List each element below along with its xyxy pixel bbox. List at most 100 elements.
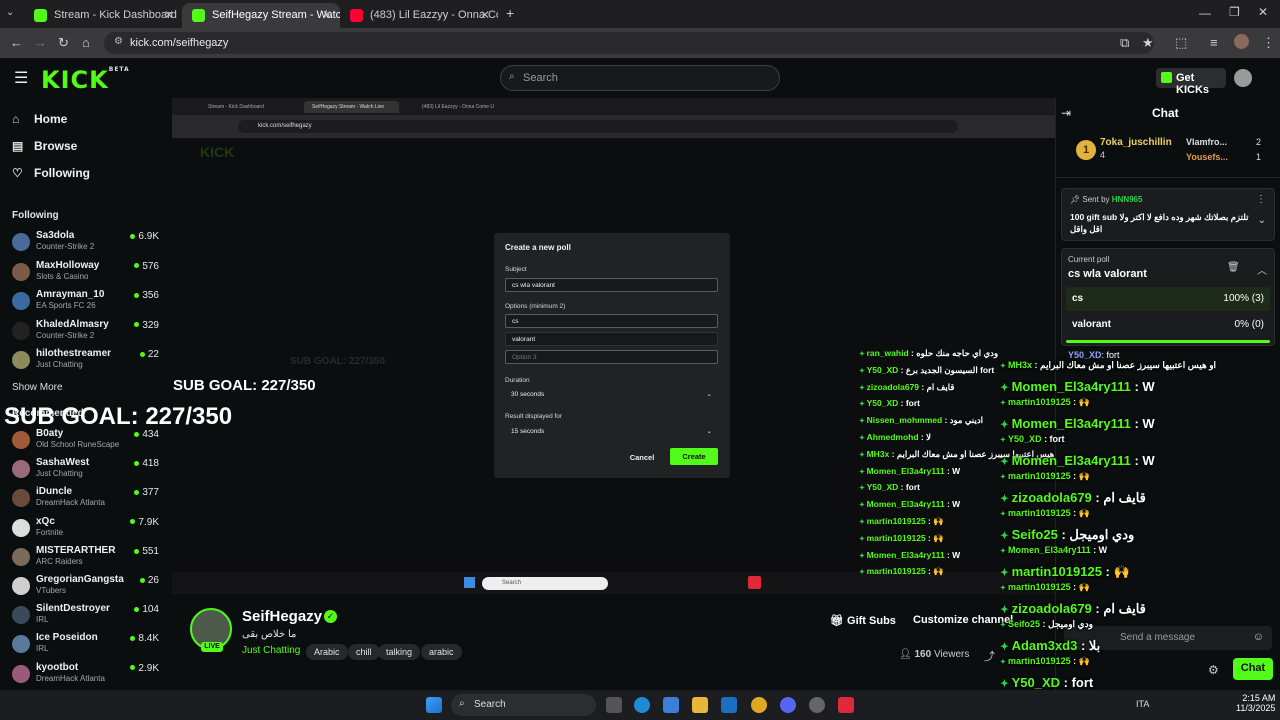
- overlay-message: : السيسون الجديد برع fort: [898, 364, 995, 375]
- sidebar: ⌂ Home ▤ Browse ♡ Following Following Sa3do…: [0, 98, 172, 690]
- taskbar-search[interactable]: ⌕ Search: [451, 694, 596, 716]
- tab-youtube[interactable]: (483) Lil Eazzyy - Onna Come U ✕: [340, 3, 498, 28]
- nav-browse[interactable]: ▤ Browse: [12, 139, 77, 153]
- sidebar-channel[interactable]: SilentDestroyer IRL 104: [12, 603, 164, 631]
- sidebar-channel[interactable]: Ice Poseidon IRL 8.4K: [12, 632, 164, 660]
- tab-search-icon[interactable]: ⌄: [6, 7, 14, 18]
- bookmark-star-icon[interactable]: ★: [1142, 35, 1154, 51]
- viewer-count: 7.9K: [130, 517, 159, 528]
- chrome-icon[interactable]: [751, 697, 767, 713]
- tag-pill[interactable]: talking: [378, 644, 421, 660]
- outlook-icon[interactable]: [721, 697, 737, 713]
- task-view-icon[interactable]: [606, 697, 622, 713]
- tag-pill[interactable]: Arabic: [306, 644, 348, 660]
- tab-seifhegazy-stream[interactable]: SeifHegazy Stream - Watch Live ✕: [182, 3, 340, 28]
- obs-icon[interactable]: [809, 697, 825, 713]
- live-dot-icon: [134, 607, 140, 613]
- video-player[interactable]: Stream - Kick Dashboard SeifHegazy Strea…: [172, 98, 1055, 594]
- get-kicks-button[interactable]: Get KICKs: [1156, 68, 1226, 96]
- sidebar-channel[interactable]: Amrayman_10 EA Sports FC 26 356: [12, 289, 164, 317]
- tab-kick-dashboard[interactable]: Stream - Kick Dashboard ✕: [24, 3, 182, 28]
- settings-gear-icon[interactable]: ⚙: [1208, 663, 1219, 677]
- overlay-message: : W: [944, 465, 961, 476]
- poll-option[interactable]: cs 100% (3): [1066, 287, 1270, 311]
- media-icon[interactable]: ≡: [1210, 35, 1218, 50]
- top-gifter-name: 7oka_juschillin: [1100, 137, 1172, 148]
- reload-icon[interactable]: ↻: [58, 35, 69, 51]
- sidebar-channel[interactable]: B0aty Old School RuneScape 434: [12, 428, 164, 456]
- sidebar-channel[interactable]: iDuncle DreamHack Atlanta 377: [12, 486, 164, 514]
- sidebar-channel[interactable]: xQc Fortnite 7.9K: [12, 516, 164, 544]
- poll-option[interactable]: valorant 0% (0): [1066, 313, 1270, 337]
- sidebar-channel[interactable]: kyootbot DreamHack Atlanta 2.9K: [12, 662, 164, 690]
- menu-dots-icon[interactable]: ⋮: [1256, 194, 1266, 205]
- file-explorer-icon[interactable]: [692, 697, 708, 713]
- user-avatar[interactable]: [1234, 69, 1252, 87]
- nav-following[interactable]: ♡ Following: [12, 166, 90, 180]
- youtube-favicon-icon: [350, 9, 363, 22]
- discord-icon[interactable]: [780, 697, 796, 713]
- poll-cancel-button: Cancel: [629, 453, 655, 462]
- kick-badge-icon: ✦: [1000, 472, 1009, 481]
- category-link[interactable]: Just Chatting: [242, 645, 300, 656]
- gift-subs-button[interactable]: 🎁︎ Gift Subs: [830, 614, 896, 627]
- sidebar-channel[interactable]: hilothestreamer Just Chatting 22: [12, 348, 164, 376]
- new-tab-icon[interactable]: +: [506, 5, 514, 21]
- customize-channel-button[interactable]: Customize channel: [913, 614, 1013, 626]
- menu-dots-icon[interactable]: ⋮: [1262, 35, 1275, 51]
- poll-option-label: valorant: [1072, 319, 1111, 330]
- sidebar-channel[interactable]: Sa3dola Counter-Strike 2 6.9K: [12, 230, 164, 258]
- overlay-username: martin1019125: [866, 566, 926, 577]
- sidebar-channel[interactable]: GregorianGangsta VTubers 26: [12, 574, 164, 602]
- maximize-icon[interactable]: ❐: [1229, 5, 1240, 19]
- browser-tab-bar: ⌄ Stream - Kick Dashboard ✕ SeifHegazy S…: [0, 0, 1280, 28]
- channel-category: Fortnite: [36, 527, 64, 537]
- hamburger-menu-icon[interactable]: ☰: [14, 68, 28, 88]
- extensions-icon[interactable]: ⬚: [1175, 35, 1187, 51]
- gifter-count: 1: [1256, 152, 1262, 162]
- clock[interactable]: 2:15 AM 11/3/2025: [1236, 693, 1275, 713]
- emoji-icon[interactable]: ☺: [1253, 631, 1264, 643]
- overlay-username: Seifo25: [1008, 619, 1041, 629]
- close-icon[interactable]: ✕: [322, 8, 332, 22]
- channel-name[interactable]: SeifHegazy: [242, 608, 322, 625]
- sidebar-channel[interactable]: SashaWest Just Chatting 418: [12, 457, 164, 485]
- url-field[interactable]: ⚙ kick.com/seifhegazy: [104, 32, 1154, 54]
- close-icon[interactable]: ✕: [480, 8, 490, 22]
- show-more-link[interactable]: Show More: [12, 382, 63, 393]
- channel-name: SilentDestroyer: [36, 603, 110, 615]
- window-close-icon[interactable]: ✕: [1258, 5, 1268, 19]
- store-icon[interactable]: [663, 697, 679, 713]
- home-icon[interactable]: ⌂: [82, 35, 90, 50]
- share-icon[interactable]: ⤴: [984, 648, 995, 664]
- chat-username[interactable]: Y50_XD: [1068, 350, 1102, 360]
- sidebar-channel[interactable]: MISTERARTHER ARC Raiders 551: [12, 545, 164, 573]
- result-value: 15 seconds: [511, 428, 545, 435]
- search-input[interactable]: ⌕ Search: [500, 65, 780, 91]
- recorder-icon[interactable]: [838, 697, 854, 713]
- collapse-chat-icon[interactable]: ⇥: [1061, 106, 1071, 120]
- forward-icon[interactable]: →: [34, 35, 47, 50]
- language-indicator[interactable]: ITA: [1136, 699, 1149, 709]
- close-icon[interactable]: ✕: [164, 8, 174, 22]
- back-icon[interactable]: ←: [10, 35, 23, 50]
- minimize-icon[interactable]: —: [1199, 6, 1211, 20]
- profile-avatar[interactable]: [1234, 34, 1249, 49]
- sidebar-channel[interactable]: KhaledAlmasry Counter-Strike 2 329: [12, 319, 164, 347]
- tag-pill[interactable]: arabic: [421, 644, 462, 660]
- edge-icon[interactable]: [634, 697, 650, 713]
- chevron-up-icon[interactable]: ︿: [1257, 262, 1267, 277]
- live-dot-icon: [130, 519, 136, 525]
- translate-icon[interactable]: ⧉: [1120, 35, 1129, 51]
- nav-home[interactable]: ⌂ Home: [12, 112, 67, 126]
- windows-start-icon[interactable]: [426, 697, 442, 713]
- chat-send-button[interactable]: Chat: [1233, 658, 1273, 680]
- site-info-icon[interactable]: ⚙: [114, 36, 123, 47]
- viewer-count: 551: [134, 546, 159, 557]
- get-kicks-label: Get KICKs: [1176, 72, 1210, 96]
- chevron-down-icon[interactable]: ⌄: [1258, 215, 1266, 226]
- trash-icon[interactable]: 🗑︎: [1227, 262, 1240, 273]
- kick-logo[interactable]: KICKBETA: [41, 66, 130, 94]
- sidebar-channel[interactable]: MaxHolloway Slots & Casino 576: [12, 260, 164, 288]
- tag-pill[interactable]: chill: [348, 644, 380, 660]
